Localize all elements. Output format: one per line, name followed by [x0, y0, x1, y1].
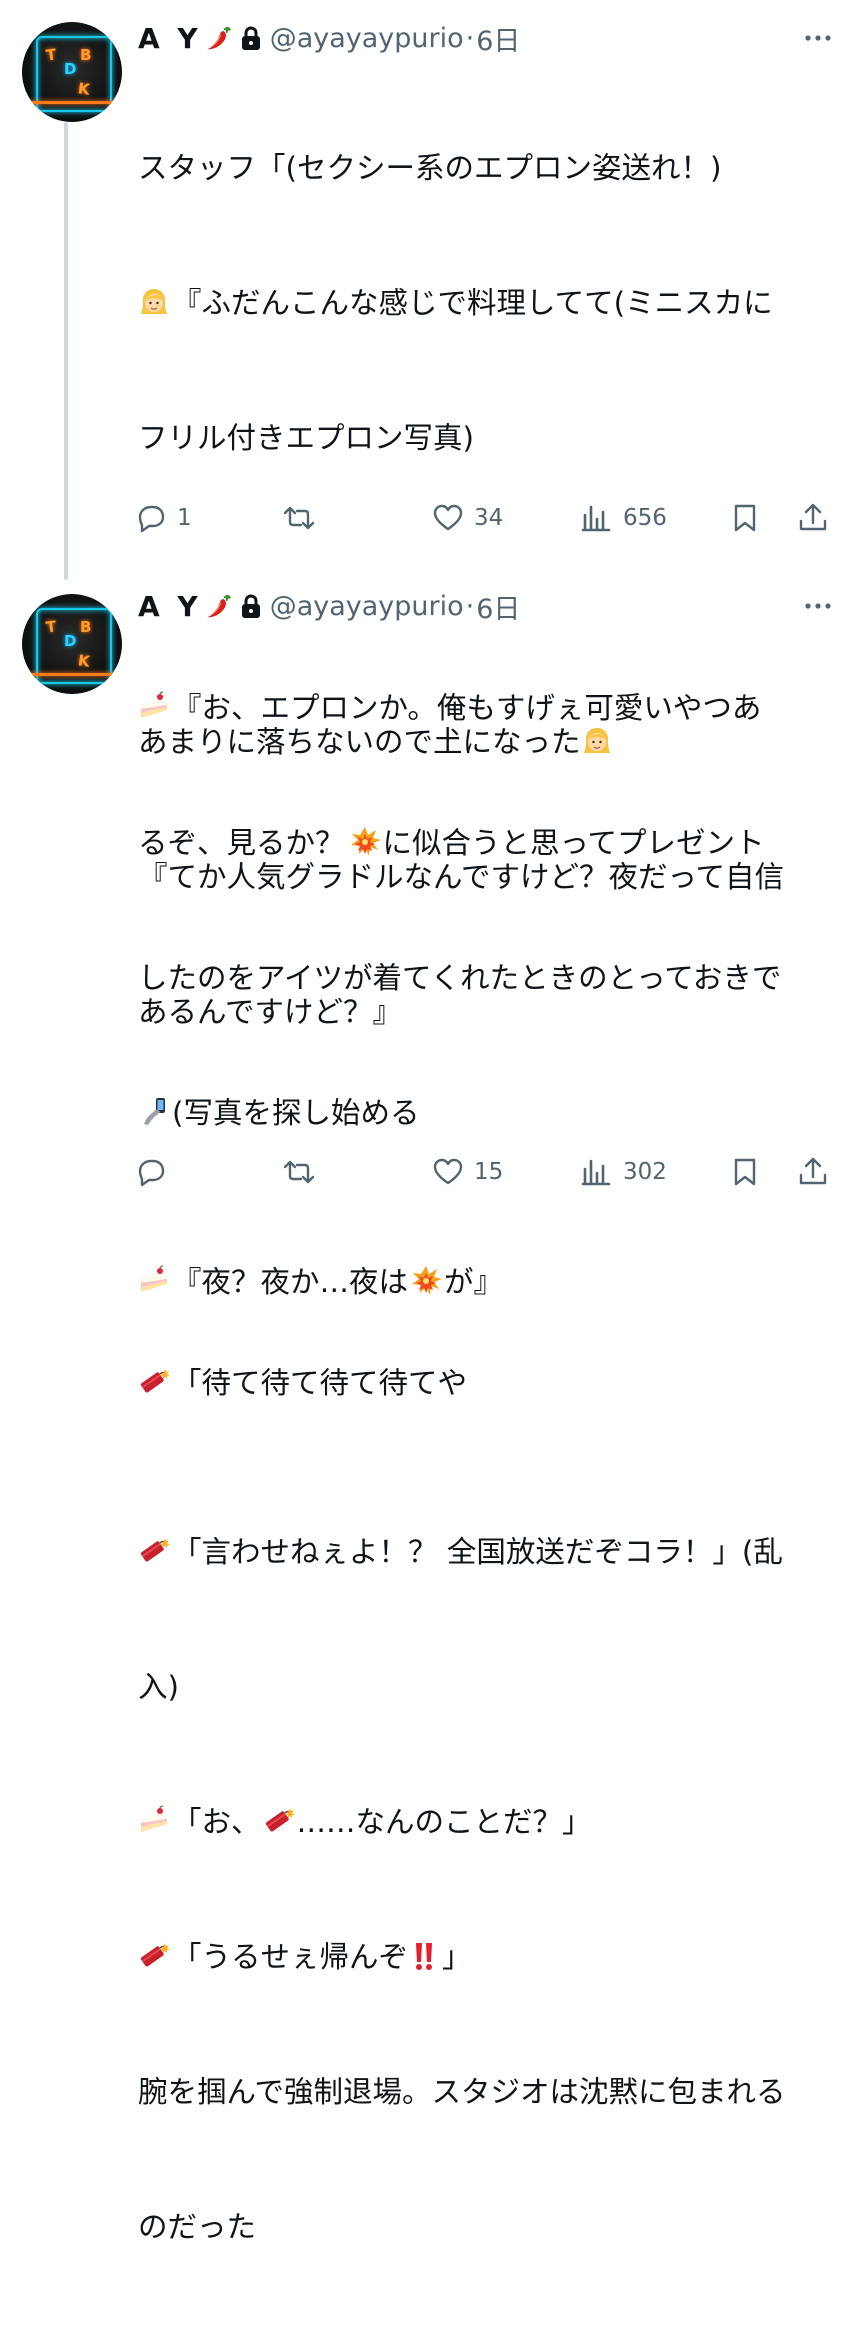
bookmark-icon	[734, 1158, 756, 1186]
text-line: 「お、 ……なんのことだ？」	[138, 1800, 828, 1845]
like-button[interactable]: 34	[432, 498, 503, 538]
bookmark-icon	[734, 504, 756, 532]
tweet-header: A Y @ayayaypurio · 6日	[138, 587, 520, 626]
like-button[interactable]: 15	[432, 1152, 503, 1192]
collision-emoji	[410, 1265, 443, 1297]
tweet-1[interactable]: T D B K A Y @ayayaypurio · 6日 スタッフ「(セクシー…	[0, 0, 855, 1400]
text-line: あまりに落ちないので𡈽になった	[138, 720, 828, 765]
heart-icon	[433, 504, 463, 531]
views-button[interactable]: 302	[581, 1152, 667, 1192]
chili-pepper-icon	[207, 594, 231, 618]
analytics-icon	[581, 505, 611, 532]
author-handle[interactable]: @ayayaypurio	[270, 23, 464, 54]
share-button[interactable]	[797, 498, 829, 538]
double-exclamation-emoji	[408, 1940, 440, 1972]
cake-emoji	[138, 1265, 170, 1297]
text-line: スタッフ「(セクシー系のエプロン姿送れ！)	[138, 151, 722, 185]
bookmark-button[interactable]	[729, 1152, 761, 1192]
tweet-actions: 1 34 656	[135, 498, 835, 538]
text-line: 入)	[138, 1670, 180, 1704]
share-icon	[799, 503, 827, 531]
text-line: 腕を掴んで強制退場。スタジオは沈黙に包まれる	[138, 2075, 786, 2109]
tweet-2[interactable]: T D B K A Y @ayayaypurio · 6日 あまりに落ちないので…	[0, 580, 855, 2244]
timestamp[interactable]: 6日	[476, 587, 520, 626]
lock-icon	[241, 594, 260, 618]
retweet-icon	[283, 506, 315, 530]
text-line: 「言わせねぇよ！？ 全国放送だぞコラ！」(乱	[138, 1530, 828, 1575]
firecracker-emoji	[138, 1535, 170, 1567]
reply-button[interactable]	[135, 1152, 177, 1192]
retweet-button[interactable]	[283, 498, 325, 538]
views-button[interactable]: 656	[581, 498, 667, 538]
text-line: フリル付きエプロン写真)	[138, 421, 475, 455]
reply-icon	[138, 1159, 165, 1187]
avatar[interactable]: T D B K	[22, 594, 122, 694]
woman-blonde-emoji	[581, 725, 613, 757]
chili-pepper-icon	[207, 26, 231, 50]
timestamp[interactable]: 6日	[476, 19, 520, 58]
author-handle[interactable]: @ayayaypurio	[270, 591, 464, 622]
share-icon	[799, 1157, 827, 1185]
firecracker-emoji	[263, 1805, 295, 1837]
cake-emoji	[138, 1805, 170, 1837]
text-line: のだった	[138, 2210, 257, 2244]
reply-button[interactable]: 1	[135, 498, 192, 538]
more-options-icon[interactable]	[800, 20, 836, 56]
text-line: ​	[138, 1395, 828, 1440]
text-line: あるんですけど？』	[138, 995, 403, 1029]
tweet-text: あまりに落ちないので𡈽になった 『てか人気グラドルなんですけど？夜だって自信 あ…	[138, 630, 828, 2340]
text-line: 『ふだんこんな感じで料理してて(ミニスカに	[138, 281, 828, 326]
reply-icon	[138, 505, 165, 533]
woman-blonde-emoji	[138, 286, 170, 318]
retweet-icon	[283, 1160, 315, 1184]
retweet-button[interactable]	[283, 1152, 325, 1192]
text-line: 『夜？夜か…夜は が』	[138, 1260, 828, 1305]
text-line: 『てか人気グラドルなんですけど？夜だって自信	[138, 860, 785, 894]
more-options-icon[interactable]	[800, 588, 836, 624]
heart-icon	[433, 1158, 463, 1185]
tweet-actions: 15 302	[135, 1152, 835, 1192]
author-name[interactable]: A Y	[138, 22, 202, 55]
lock-icon	[241, 26, 260, 50]
share-button[interactable]	[797, 1152, 829, 1192]
text-line: 「うるせぇ帰んぞ」	[138, 1935, 828, 1980]
firecracker-emoji	[138, 1940, 170, 1972]
tweet-header: A Y @ayayaypurio · 6日	[138, 19, 520, 58]
author-name[interactable]: A Y	[138, 590, 202, 623]
analytics-icon	[581, 1159, 611, 1186]
avatar[interactable]: T D B K	[22, 22, 122, 122]
bookmark-button[interactable]	[729, 498, 761, 538]
